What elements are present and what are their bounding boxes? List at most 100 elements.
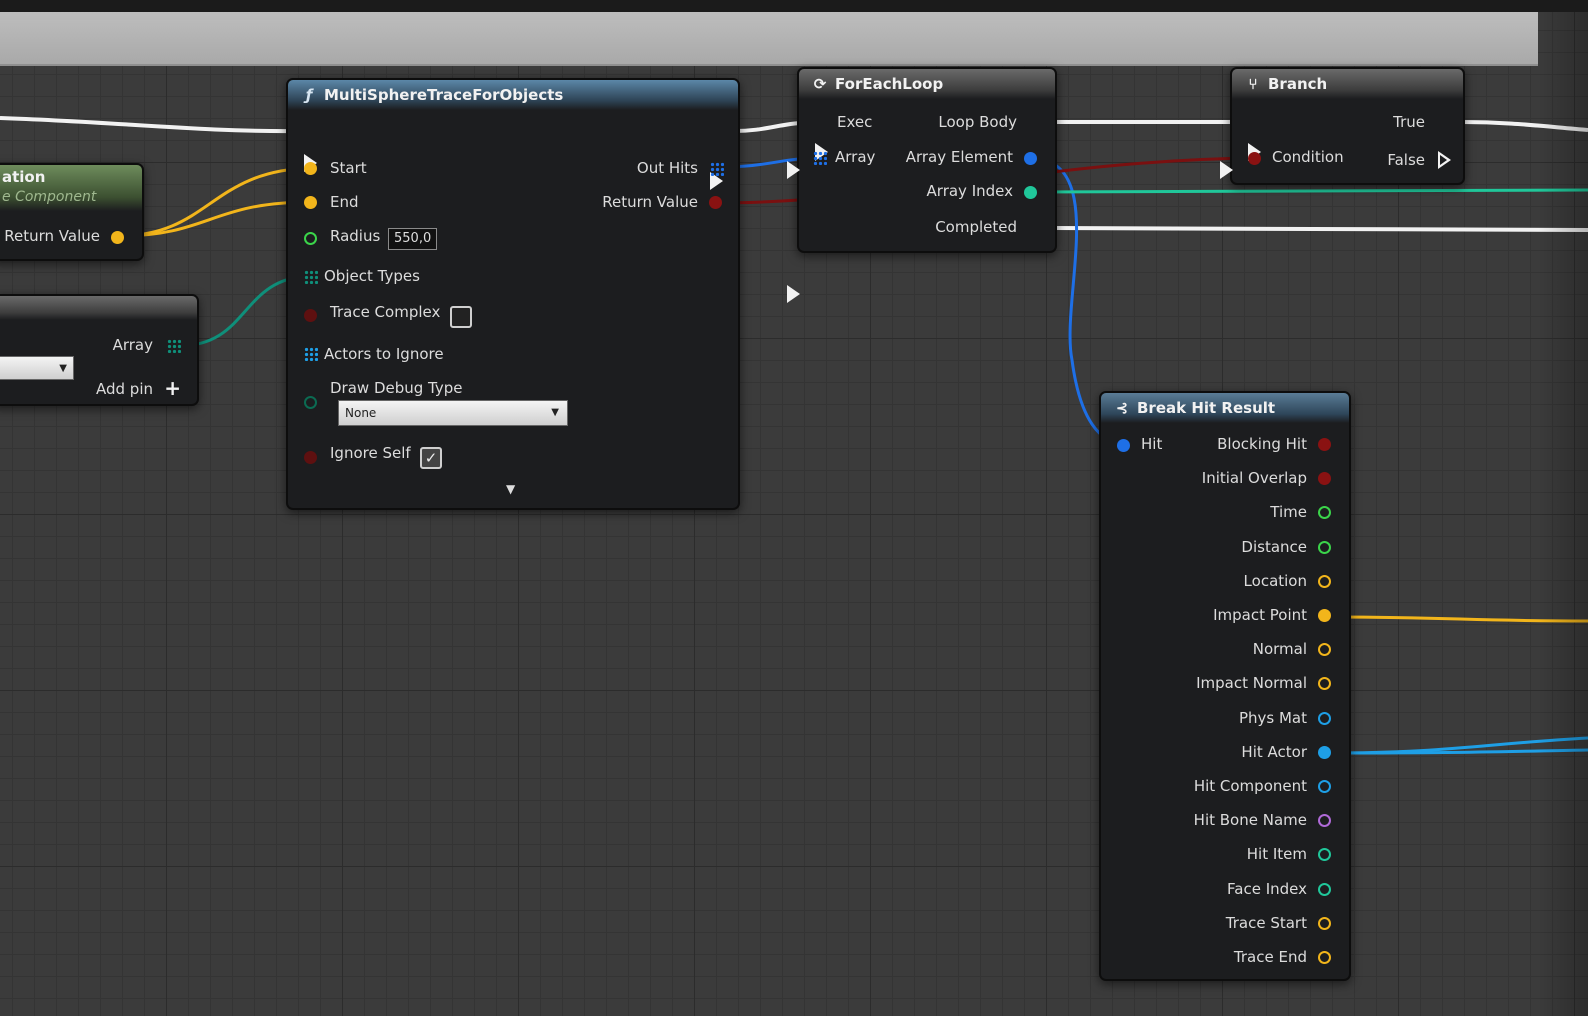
break-struct-icon: ⊰ — [1115, 399, 1129, 417]
break-hit-output-pin[interactable] — [1318, 916, 1331, 930]
break-hit-output-label: Phys Mat — [1238, 708, 1307, 727]
loop-body-pin[interactable] — [787, 161, 800, 179]
draw-debug-type-label: Draw Debug Type — [330, 379, 463, 397]
make-array-combo[interactable]: ▼ — [0, 356, 74, 380]
break-hit-output-pin[interactable] — [1318, 780, 1331, 793]
end-label: End — [330, 193, 359, 211]
break-hit-output-pin[interactable] — [1318, 677, 1331, 691]
foreach-loop-node[interactable]: ⟳ ForEachLoop Exec Array Loop Body Array… — [787, 67, 1057, 303]
break-hit-output-pin[interactable] — [1318, 540, 1331, 554]
exec-wire-completed-out — [1049, 226, 1588, 232]
completed-pin[interactable] — [787, 285, 800, 303]
condition-label: Condition — [1272, 148, 1344, 166]
vector-wire-end — [117, 200, 313, 238]
break-hit-output-label: Distance — [1241, 537, 1307, 556]
true-label: True — [1393, 113, 1425, 131]
actors-to-ignore-pin[interactable] — [304, 347, 318, 361]
multisphere-title: MultiSphereTraceForObjects — [324, 86, 564, 104]
break-hit-output-pin[interactable] — [1318, 848, 1331, 862]
loop-body-label: Loop Body — [938, 113, 1017, 131]
false-pin[interactable] — [1438, 151, 1451, 169]
branch-icon: ⑂ — [1248, 75, 1258, 93]
draw-debug-type-select[interactable]: None ▼ — [338, 400, 568, 426]
break-hit-output-label: Hit Component — [1193, 777, 1307, 795]
break-hit-output-label: Hit Actor — [1241, 742, 1307, 761]
break-hit-output-pin[interactable] — [1318, 951, 1331, 964]
branch-title: Branch — [1268, 75, 1328, 93]
break-hit-output-label: Impact Point — [1213, 606, 1307, 624]
branch-node[interactable]: ⑂ Branch Condition True False — [1220, 67, 1465, 185]
return-value-pin[interactable] — [111, 231, 124, 244]
start-pin[interactable] — [304, 162, 317, 175]
multisphere-header: ƒ MultiSphereTraceForObjects — [288, 80, 738, 110]
start-label: Start — [330, 159, 367, 177]
break-hit-output-label: Face Index — [1227, 879, 1307, 898]
return-value-label: Return Value — [602, 193, 698, 211]
chevron-down-icon: ▼ — [59, 363, 67, 374]
break-hit-output-pin[interactable] — [1318, 882, 1331, 896]
break-hit-output-label: Hit Bone Name — [1193, 811, 1307, 830]
radius-label: Radius — [330, 227, 381, 245]
break-hit-output-label: Trace End — [1233, 948, 1307, 966]
add-pin-icon[interactable]: + — [164, 376, 181, 400]
ignore-self-checkbox[interactable]: ✓ — [420, 447, 442, 469]
false-label: False — [1387, 151, 1425, 169]
trace-complex-pin[interactable] — [304, 309, 317, 322]
actors-to-ignore-label: Actors to Ignore — [324, 345, 444, 363]
array-index-pin[interactable] — [1024, 186, 1037, 199]
break-hit-output-pin[interactable] — [1318, 506, 1331, 520]
break-hit-output-pin[interactable] — [1318, 438, 1331, 451]
break-hit-output-pin[interactable] — [1318, 609, 1331, 622]
ignore-self-label: Ignore Self — [330, 444, 411, 462]
return-value-label: Return Value — [4, 227, 100, 245]
exec-label: Exec — [837, 113, 873, 131]
array-output-pin[interactable] — [167, 339, 181, 353]
condition-pin[interactable] — [1248, 152, 1261, 165]
array-element-label: Array Element — [905, 148, 1013, 166]
radius-value-field[interactable]: 550,0 — [388, 228, 438, 250]
break-hit-output-label: Trace Start — [1225, 913, 1307, 932]
break-hit-result-node[interactable]: ⊰ Break Hit Result Hit Blocking Hit Initi… — [1099, 391, 1351, 981]
draw-debug-pin[interactable] — [304, 396, 317, 409]
array-element-pin[interactable] — [1024, 152, 1037, 165]
break-hit-output-pin[interactable] — [1318, 745, 1331, 759]
add-pin-label[interactable]: Add pin — [96, 378, 153, 400]
partial-node-title: ation — [2, 168, 46, 186]
ignore-self-pin[interactable] — [304, 451, 317, 464]
break-hit-output-label: Blocking Hit — [1217, 435, 1307, 453]
make-array-node[interactable]: Array ▼ Add pin + — [0, 294, 199, 406]
viewport-edge-shade — [1538, 12, 1588, 1016]
object-types-label: Object Types — [324, 267, 420, 285]
trace-complex-label: Trace Complex — [330, 303, 441, 321]
hit-in-pin[interactable] — [1117, 439, 1130, 452]
multisphere-trace-node[interactable]: ƒ MultiSphereTraceForObjects Start End R… — [286, 78, 740, 510]
break-hit-output-label: Normal — [1252, 640, 1307, 659]
break-hit-title: Break Hit Result — [1137, 399, 1276, 417]
break-hit-output-label: Initial Overlap — [1201, 469, 1307, 488]
array-index-label: Array Index — [926, 182, 1013, 200]
expand-arrow-icon[interactable]: ▼ — [506, 482, 515, 496]
radius-pin[interactable] — [304, 232, 317, 245]
break-hit-output-pin[interactable] — [1318, 711, 1331, 725]
partial-getter-node[interactable]: ation e Component Return Value — [0, 163, 144, 261]
out-hits-pin[interactable] — [710, 162, 724, 176]
foreach-header: ⟳ ForEachLoop — [799, 69, 1055, 99]
break-hit-output-pin[interactable] — [1318, 814, 1331, 828]
break-hit-output-pin[interactable] — [1318, 643, 1331, 657]
make-array-header — [0, 296, 197, 320]
array-in-pin[interactable] — [813, 151, 827, 165]
completed-label: Completed — [935, 218, 1017, 236]
out-hits-label: Out Hits — [636, 159, 698, 177]
array-label: Array — [835, 148, 876, 166]
break-hit-output-pin[interactable] — [1318, 472, 1331, 486]
trace-complex-checkbox[interactable] — [450, 306, 472, 328]
return-value-pin[interactable] — [709, 196, 722, 209]
true-pin[interactable] — [1220, 161, 1233, 179]
end-pin[interactable] — [304, 196, 317, 209]
break-hit-output-label: Impact Normal — [1196, 674, 1307, 693]
partial-node-subtitle: e Component — [2, 189, 97, 205]
function-icon: ƒ — [305, 86, 313, 104]
chevron-down-icon: ▼ — [551, 407, 559, 418]
object-types-pin[interactable] — [304, 270, 318, 284]
break-hit-output-pin[interactable] — [1318, 574, 1331, 588]
